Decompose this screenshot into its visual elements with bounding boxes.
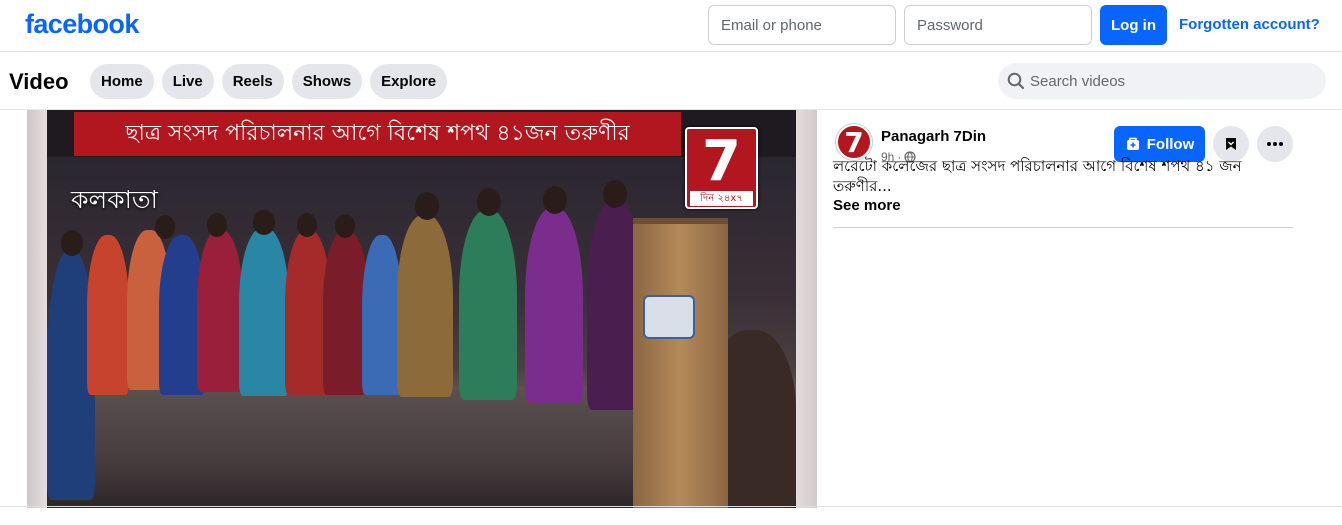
more-icon [1267, 142, 1283, 146]
page-title: Video [9, 69, 69, 94]
email-input[interactable] [708, 5, 896, 45]
avatar[interactable]: 7 [836, 124, 872, 160]
page-name-link[interactable]: Panagarh 7Din [881, 128, 986, 145]
video-player[interactable]: ছাত্র সংসদ পরিচালনার আগে বিশেষ শপথ ৪১জন … [27, 110, 817, 508]
save-icon [1226, 138, 1236, 150]
video-frame[interactable]: ছাত্র সংসদ পরিচালনার আগে বিশেষ শপথ ৪১জন … [47, 110, 796, 508]
channel-logo-tagline: দিন ২৪x৭ [690, 191, 753, 206]
top-bar: facebook Log in Forgotten account? [0, 0, 1342, 52]
tab-reels[interactable]: Reels [221, 64, 284, 99]
search-videos-box[interactable] [998, 63, 1326, 99]
follow-page-icon [1126, 137, 1139, 150]
video-headline-banner: ছাত্র সংসদ পরিচালনার আগে বিশেষ শপথ ৪১জন … [74, 112, 681, 156]
forgotten-account-link[interactable]: Forgotten account? [1179, 16, 1320, 33]
channel-logo: 7 দিন ২৪x৭ [685, 127, 758, 209]
tab-explore[interactable]: Explore [370, 64, 448, 99]
follow-label: Follow [1146, 135, 1195, 153]
video-location-label: কলকাতা [71, 185, 158, 214]
tab-shows[interactable]: Shows [291, 64, 363, 99]
login-button[interactable]: Log in [1100, 5, 1167, 45]
video-nav-bar: Video Home Live Reels Shows Explore [0, 53, 1342, 110]
divider [833, 227, 1293, 228]
channel-logo-number: 7 [702, 129, 741, 194]
search-input[interactable] [1030, 63, 1320, 99]
tab-live[interactable]: Live [161, 64, 214, 99]
see-more-link[interactable]: See more [833, 197, 901, 214]
video-tabs: Home Live Reels Shows Explore [90, 64, 448, 99]
college-crest-icon [643, 295, 695, 339]
search-icon [1007, 72, 1025, 90]
password-input[interactable] [904, 5, 1092, 45]
tab-home[interactable]: Home [90, 64, 154, 99]
podium [633, 218, 728, 508]
facebook-logo[interactable]: facebook [25, 9, 139, 40]
post-caption: লরেটো কলেজের ছাত্র সংসদ পরিচালনার আগে বি… [833, 157, 1242, 195]
divider [0, 506, 1342, 507]
